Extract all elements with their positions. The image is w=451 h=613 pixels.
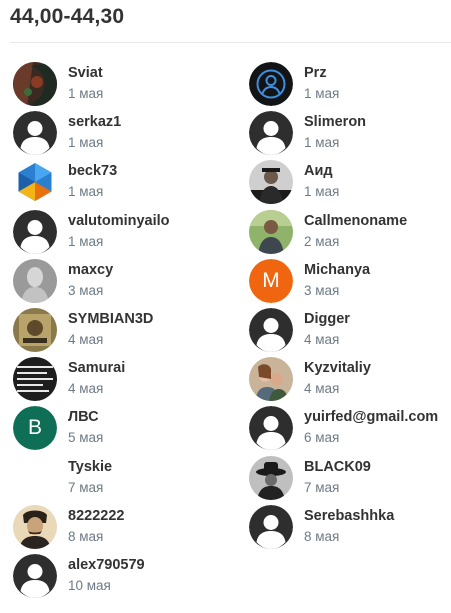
user-date: 1 мая	[304, 184, 340, 199]
user-name[interactable]: SYMBIAN3D	[68, 311, 153, 327]
user-date: 3 мая	[304, 283, 340, 298]
user-list-item[interactable]: Sviat 1 мая	[13, 62, 233, 108]
user-date: 3 мая	[68, 283, 104, 298]
user-list-item[interactable]: serkaz1 1 мая	[13, 111, 233, 157]
user-date: 4 мая	[304, 381, 340, 396]
user-date: 7 мая	[68, 480, 104, 495]
user-list-item[interactable]: Serebashhka 8 мая	[249, 505, 451, 551]
user-date: 8 мая	[304, 529, 340, 544]
user-name[interactable]: Callmenoname	[304, 213, 407, 229]
user-date: 4 мая	[68, 332, 104, 347]
user-list-item[interactable]: Slimeron 1 мая	[249, 111, 451, 157]
user-list-item[interactable]: Digger 4 мая	[249, 308, 451, 354]
user-date: 1 мая	[68, 86, 104, 101]
user-name[interactable]: Samurai	[68, 360, 125, 376]
user-list-item[interactable]: M Michanya 3 мая	[249, 259, 451, 305]
user-date: 4 мая	[68, 381, 104, 396]
user-date: 1 мая	[304, 86, 340, 101]
user-name[interactable]: beck73	[68, 163, 117, 179]
user-date: 1 мая	[68, 184, 104, 199]
default-user-icon[interactable]	[13, 111, 57, 155]
user-avatar[interactable]	[13, 160, 57, 204]
user-list-item[interactable]: Prz 1 мая	[249, 62, 451, 108]
default-user-icon[interactable]	[13, 210, 57, 254]
user-avatar[interactable]	[249, 160, 293, 204]
user-name[interactable]: valutominyailo	[68, 213, 170, 229]
default-user-icon[interactable]	[249, 308, 293, 352]
user-avatar[interactable]	[13, 505, 57, 549]
user-date: 6 мая	[304, 430, 340, 445]
user-avatar[interactable]	[13, 357, 57, 401]
user-list-item[interactable]: alex790579 10 мая	[13, 554, 233, 600]
person-circle-icon[interactable]	[249, 62, 293, 106]
user-date: 7 мая	[304, 480, 340, 495]
user-name[interactable]: Kyzvitaliy	[304, 360, 371, 376]
user-name[interactable]: Serebashhka	[304, 508, 394, 524]
avatar-letter: M	[249, 259, 293, 303]
user-list-item[interactable]: beck73 1 мая	[13, 160, 233, 206]
user-date: 10 мая	[68, 578, 111, 593]
user-list-item[interactable]: Kyzvitaliy 4 мая	[249, 357, 451, 403]
user-avatar[interactable]	[249, 210, 293, 254]
user-avatar[interactable]	[249, 357, 293, 401]
default-user-icon[interactable]	[13, 554, 57, 598]
user-avatar[interactable]	[13, 62, 57, 106]
default-user-icon[interactable]	[249, 111, 293, 155]
user-list-item[interactable]: 8222222 8 мая	[13, 505, 233, 551]
user-avatar[interactable]: B	[13, 406, 57, 450]
user-name[interactable]: Tyskie	[68, 459, 112, 475]
user-date: 8 мая	[68, 529, 104, 544]
user-date: 1 мая	[68, 135, 104, 150]
user-list-item[interactable]: Аид 1 мая	[249, 160, 451, 206]
user-name[interactable]: ЛВС	[68, 409, 99, 425]
user-avatar[interactable]	[13, 259, 57, 303]
user-name[interactable]: alex790579	[68, 557, 145, 573]
user-date: 4 мая	[304, 332, 340, 347]
user-avatar[interactable]: M	[249, 259, 293, 303]
user-date: 1 мая	[304, 135, 340, 150]
user-name[interactable]: Prz	[304, 65, 327, 81]
user-name[interactable]: Аид	[304, 163, 333, 179]
default-user-icon[interactable]	[249, 406, 293, 450]
user-list-item[interactable]: Tyskie 7 мая	[13, 456, 233, 502]
user-list-item[interactable]: valutominyailo 1 мая	[13, 210, 233, 256]
user-list-item[interactable]: SYMBIAN3D 4 мая	[13, 308, 233, 354]
user-name[interactable]: yuirfed@gmail.com	[304, 409, 438, 425]
user-list-item[interactable]: maxcy 3 мая	[13, 259, 233, 305]
user-name[interactable]: serkaz1	[68, 114, 121, 130]
user-avatar[interactable]	[13, 308, 57, 352]
user-list-item[interactable]: Samurai 4 мая	[13, 357, 233, 403]
user-date: 2 мая	[304, 234, 340, 249]
user-date: 1 мая	[68, 234, 104, 249]
user-name[interactable]: 8222222	[68, 508, 124, 524]
user-name[interactable]: Slimeron	[304, 114, 366, 130]
user-date: 5 мая	[68, 430, 104, 445]
user-name[interactable]: Digger	[304, 311, 350, 327]
user-name[interactable]: maxcy	[68, 262, 113, 278]
user-name[interactable]: Sviat	[68, 65, 103, 81]
user-avatar-empty	[13, 456, 57, 500]
user-list-item[interactable]: BLACK09 7 мая	[249, 456, 451, 502]
user-list-item[interactable]: Callmenoname 2 мая	[249, 210, 451, 256]
default-user-icon[interactable]	[249, 505, 293, 549]
user-list: Sviat 1 мая Prz 1 мая serkaz1 1 мая Slimeron 1 …	[0, 0, 451, 613]
user-avatar[interactable]	[249, 456, 293, 500]
user-list-item[interactable]: B ЛВС 5 мая	[13, 406, 233, 452]
user-name[interactable]: BLACK09	[304, 459, 371, 475]
user-list-item[interactable]: yuirfed@gmail.com 6 мая	[249, 406, 451, 452]
avatar-letter: B	[13, 406, 57, 450]
user-name[interactable]: Michanya	[304, 262, 370, 278]
